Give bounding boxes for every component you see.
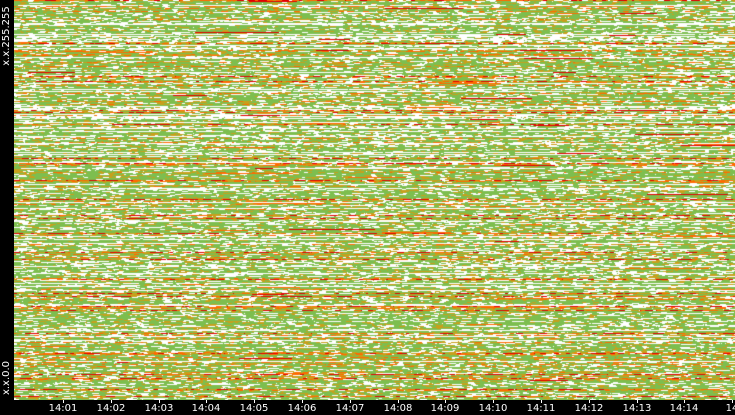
x-tick-label: 14:03: [144, 403, 174, 414]
x-axis: 14:01 14:02 14:03 14:04 14:05 14:06 14:07 14:08…: [14, 400, 735, 415]
x-tick-label: 14:05: [239, 403, 269, 414]
heatmap-plot-area[interactable]: [14, 0, 735, 400]
y-tick-label-top: x.x.255.255: [1, 6, 12, 66]
x-tick-label: 14:12: [574, 403, 604, 414]
x-tick-label: 14: [725, 403, 735, 414]
y-axis: x.x.255.255 x.x.0.0: [0, 0, 14, 400]
x-tick-label: 14:04: [191, 403, 221, 414]
x-tick-label: 14:09: [430, 403, 460, 414]
y-tick-label-bottom: x.x.0.0: [1, 360, 12, 396]
x-tick-label: 14:10: [478, 403, 508, 414]
x-tick-label: 14:07: [335, 403, 365, 414]
x-tick-label: 14:13: [622, 403, 652, 414]
x-tick-label: 14:01: [48, 403, 78, 414]
x-tick-label: 14:14: [669, 403, 699, 414]
heatmap-canvas[interactable]: [14, 0, 735, 400]
x-tick-label: 14:06: [287, 403, 317, 414]
x-tick-label: 14:02: [96, 403, 126, 414]
x-tick-label: 14:11: [526, 403, 556, 414]
x-tick-label: 14:08: [383, 403, 413, 414]
traffic-heatmap-view: x.x.255.255 x.x.0.0 14:01 14:02 14:03 14:04…: [0, 0, 735, 415]
